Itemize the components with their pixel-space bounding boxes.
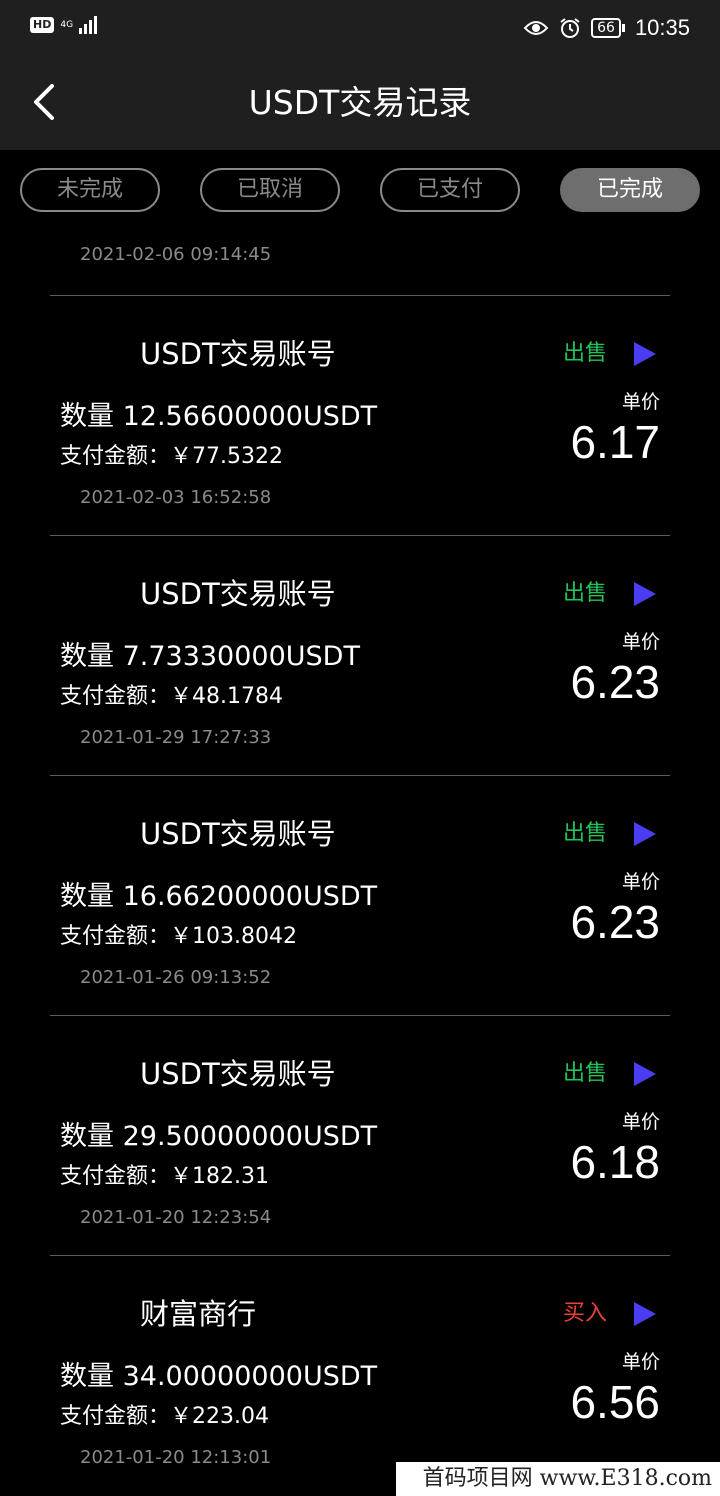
price-label: 单价	[621, 631, 660, 653]
record-payment: 支付金额：￥182.31	[60, 1164, 269, 1189]
record-name: USDT交易账号	[140, 1057, 336, 1091]
tab-paid[interactable]: 已支付	[380, 168, 520, 212]
price-value: 6.23	[570, 656, 660, 708]
status-bar: HD 4G 66 10:35	[0, 0, 720, 56]
record-time: 2021-02-06 09:14:45	[80, 244, 272, 265]
record-time: 2021-01-20 12:13:01	[80, 1447, 272, 1468]
price-value: 6.17	[570, 416, 660, 468]
record-type: 出售	[563, 1061, 608, 1086]
record-type: 出售	[563, 821, 608, 846]
record-time: 2021-01-29 17:27:33	[80, 727, 272, 748]
battery-level: 66	[591, 18, 621, 38]
play-icon[interactable]	[630, 820, 658, 848]
tab-completed[interactable]: 已完成	[560, 168, 700, 212]
status-left: HD 4G	[30, 16, 98, 34]
play-icon[interactable]	[630, 340, 658, 368]
list-item[interactable]: USDT交易账号 出售 数量 7.73330000USDT 支付金额：￥48.1…	[0, 536, 720, 776]
tab-cancelled[interactable]: 已取消	[200, 168, 340, 212]
eye-icon	[523, 21, 549, 35]
play-icon[interactable]	[630, 1300, 658, 1328]
price-value: 6.56	[570, 1376, 660, 1428]
record-type: 出售	[563, 341, 608, 366]
price-label: 单价	[621, 1351, 660, 1373]
list-item[interactable]: USDT交易账号 出售 数量 16.66200000USDT 支付金额：￥103…	[0, 776, 720, 1016]
status-right: 66 10:35	[523, 12, 690, 44]
record-payment: 支付金额：￥48.1784	[60, 684, 283, 709]
clock: 10:35	[634, 15, 690, 40]
status-tabs: 未完成 已取消 已支付 已完成	[0, 150, 720, 234]
record-quantity: 数量 7.73330000USDT	[60, 641, 360, 672]
record-time: 2021-01-26 09:13:52	[80, 967, 272, 988]
page-title: USDT交易记录	[248, 83, 472, 122]
record-time: 2021-01-20 12:23:54	[80, 1207, 272, 1228]
record-time: 2021-02-03 16:52:58	[80, 487, 272, 508]
network-type: 4G	[60, 19, 74, 30]
alarm-icon	[560, 18, 580, 38]
record-name: USDT交易账号	[140, 337, 336, 371]
record-quantity: 数量 12.56600000USDT	[60, 401, 378, 432]
price-label: 单价	[621, 871, 660, 893]
price-label: 单价	[621, 1111, 660, 1133]
record-payment: 支付金额：￥223.04	[60, 1404, 269, 1429]
hd-badge: HD	[30, 17, 55, 33]
tab-incomplete[interactable]: 未完成	[20, 168, 160, 212]
record-quantity: 数量 29.50000000USDT	[60, 1121, 378, 1152]
record-quantity: 数量 34.00000000USDT	[60, 1361, 378, 1392]
price-value: 6.18	[570, 1136, 660, 1188]
price-value: 6.23	[570, 896, 660, 948]
record-type: 出售	[563, 581, 608, 606]
list-item[interactable]: 财富商行 买入 数量 34.00000000USDT 支付金额：￥223.04 …	[0, 1256, 720, 1496]
nav-bar: USDT交易记录	[0, 56, 720, 150]
watermark: 首码项目网 www.E318.com	[396, 1462, 720, 1496]
price-label: 单价	[621, 391, 660, 413]
record-name: USDT交易账号	[140, 577, 336, 611]
record-payment: 支付金额：￥103.8042	[60, 924, 297, 949]
play-icon[interactable]	[630, 1060, 658, 1088]
play-icon[interactable]	[630, 580, 658, 608]
record-payment: 支付金额：￥77.5322	[60, 444, 283, 469]
list-item[interactable]: USDT交易账号 出售 数量 29.50000000USDT 支付金额：￥182…	[0, 1016, 720, 1256]
record-name: USDT交易账号	[140, 817, 336, 851]
signal-icon	[79, 16, 98, 34]
battery-icon: 66	[591, 18, 625, 38]
record-name: 财富商行	[140, 1297, 257, 1331]
record-quantity: 数量 16.66200000USDT	[60, 881, 378, 912]
record-type: 买入	[563, 1301, 608, 1326]
list-item[interactable]: USDT交易账号 出售 数量 12.56600000USDT 支付金额：￥77.…	[0, 296, 720, 536]
